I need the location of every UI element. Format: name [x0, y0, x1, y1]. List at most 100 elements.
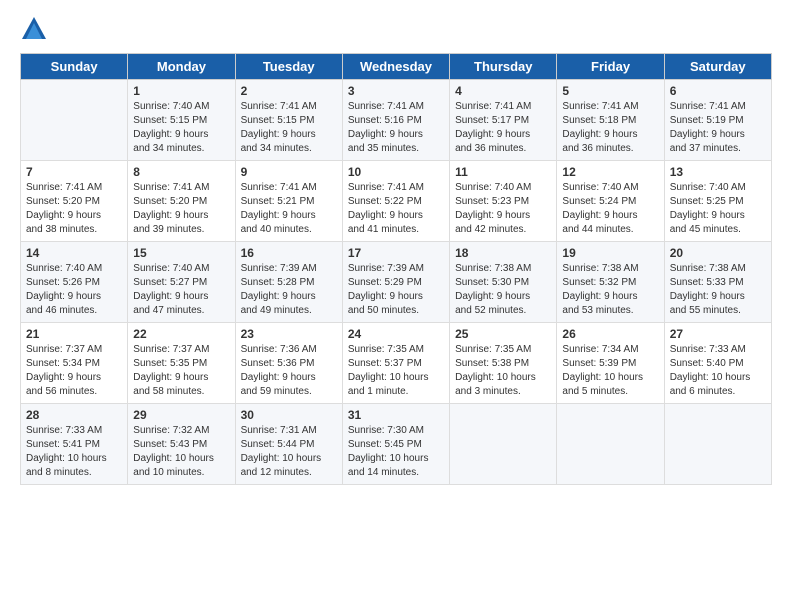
calendar-week-2: 7 Sunrise: 7:41 AM Sunset: 5:20 PM Daylig…: [21, 161, 772, 242]
calendar-cell: 8 Sunrise: 7:41 AM Sunset: 5:20 PM Daylig…: [128, 161, 235, 242]
header-day-wednesday: Wednesday: [342, 54, 449, 80]
header-day-monday: Monday: [128, 54, 235, 80]
day-number: 3: [348, 84, 444, 98]
calendar-cell: [450, 404, 557, 485]
day-number: 27: [670, 327, 766, 341]
day-info: Sunrise: 7:41 AM Sunset: 5:16 PM Dayligh…: [348, 100, 444, 156]
calendar-header: SundayMondayTuesdayWednesdayThursdayFrid…: [21, 54, 772, 80]
calendar-cell: 25 Sunrise: 7:35 AM Sunset: 5:38 PM Dayli…: [450, 323, 557, 404]
day-info: Sunrise: 7:39 AM Sunset: 5:29 PM Dayligh…: [348, 262, 444, 318]
header-day-tuesday: Tuesday: [235, 54, 342, 80]
day-number: 2: [241, 84, 337, 98]
day-info: Sunrise: 7:37 AM Sunset: 5:35 PM Dayligh…: [133, 343, 229, 399]
day-info: Sunrise: 7:41 AM Sunset: 5:21 PM Dayligh…: [241, 181, 337, 237]
calendar-cell: [557, 404, 664, 485]
header-row: SundayMondayTuesdayWednesdayThursdayFrid…: [21, 54, 772, 80]
day-info: Sunrise: 7:33 AM Sunset: 5:41 PM Dayligh…: [26, 424, 122, 480]
day-info: Sunrise: 7:40 AM Sunset: 5:27 PM Dayligh…: [133, 262, 229, 318]
calendar-cell: 4 Sunrise: 7:41 AM Sunset: 5:17 PM Daylig…: [450, 80, 557, 161]
calendar-cell: 13Sunrise: 7:40 AM Sunset: 5:25 PM Dayli…: [664, 161, 771, 242]
calendar-cell: 21 Sunrise: 7:37 AM Sunset: 5:34 PM Dayli…: [21, 323, 128, 404]
calendar-cell: 30 Sunrise: 7:31 AM Sunset: 5:44 PM Dayli…: [235, 404, 342, 485]
day-number: 6: [670, 84, 766, 98]
day-number: 8: [133, 165, 229, 179]
calendar-cell: [664, 404, 771, 485]
header-day-friday: Friday: [557, 54, 664, 80]
calendar-week-1: 1 Sunrise: 7:40 AM Sunset: 5:15 PM Daylig…: [21, 80, 772, 161]
day-info: Sunrise: 7:40 AM Sunset: 5:15 PM Dayligh…: [133, 100, 229, 156]
day-number: 20: [670, 246, 766, 260]
calendar-cell: 5 Sunrise: 7:41 AM Sunset: 5:18 PM Daylig…: [557, 80, 664, 161]
day-number: 1: [133, 84, 229, 98]
header: [20, 15, 772, 43]
day-number: 25: [455, 327, 551, 341]
day-number: 31: [348, 408, 444, 422]
calendar-cell: 15Sunrise: 7:40 AM Sunset: 5:27 PM Dayli…: [128, 242, 235, 323]
day-number: 4: [455, 84, 551, 98]
day-info: Sunrise: 7:40 AM Sunset: 5:23 PM Dayligh…: [455, 181, 551, 237]
day-number: 17: [348, 246, 444, 260]
calendar-cell: 28 Sunrise: 7:33 AM Sunset: 5:41 PM Dayli…: [21, 404, 128, 485]
day-info: Sunrise: 7:37 AM Sunset: 5:34 PM Dayligh…: [26, 343, 122, 399]
calendar-week-5: 28 Sunrise: 7:33 AM Sunset: 5:41 PM Dayli…: [21, 404, 772, 485]
calendar-page: SundayMondayTuesdayWednesdayThursdayFrid…: [0, 0, 792, 612]
logo-icon: [20, 15, 48, 43]
day-info: Sunrise: 7:41 AM Sunset: 5:22 PM Dayligh…: [348, 181, 444, 237]
day-info: Sunrise: 7:40 AM Sunset: 5:26 PM Dayligh…: [26, 262, 122, 318]
calendar-cell: 11 Sunrise: 7:40 AM Sunset: 5:23 PM Dayli…: [450, 161, 557, 242]
calendar-cell: 9 Sunrise: 7:41 AM Sunset: 5:21 PM Daylig…: [235, 161, 342, 242]
calendar-cell: 12Sunrise: 7:40 AM Sunset: 5:24 PM Dayli…: [557, 161, 664, 242]
day-info: Sunrise: 7:32 AM Sunset: 5:43 PM Dayligh…: [133, 424, 229, 480]
calendar-cell: 10 Sunrise: 7:41 AM Sunset: 5:22 PM Dayli…: [342, 161, 449, 242]
calendar-cell: 23Sunrise: 7:36 AM Sunset: 5:36 PM Dayli…: [235, 323, 342, 404]
day-info: Sunrise: 7:39 AM Sunset: 5:28 PM Dayligh…: [241, 262, 337, 318]
day-info: Sunrise: 7:41 AM Sunset: 5:20 PM Dayligh…: [26, 181, 122, 237]
calendar-cell: 20 Sunrise: 7:38 AM Sunset: 5:33 PM Dayli…: [664, 242, 771, 323]
day-info: Sunrise: 7:41 AM Sunset: 5:20 PM Dayligh…: [133, 181, 229, 237]
day-info: Sunrise: 7:38 AM Sunset: 5:32 PM Dayligh…: [562, 262, 658, 318]
day-number: 23: [241, 327, 337, 341]
day-number: 13: [670, 165, 766, 179]
calendar-table: SundayMondayTuesdayWednesdayThursdayFrid…: [20, 53, 772, 485]
calendar-cell: 27 Sunrise: 7:33 AM Sunset: 5:40 PM Dayli…: [664, 323, 771, 404]
day-info: Sunrise: 7:41 AM Sunset: 5:15 PM Dayligh…: [241, 100, 337, 156]
day-number: 24: [348, 327, 444, 341]
calendar-cell: 1 Sunrise: 7:40 AM Sunset: 5:15 PM Daylig…: [128, 80, 235, 161]
day-number: 30: [241, 408, 337, 422]
day-info: Sunrise: 7:35 AM Sunset: 5:38 PM Dayligh…: [455, 343, 551, 399]
day-number: 14: [26, 246, 122, 260]
calendar-week-4: 21 Sunrise: 7:37 AM Sunset: 5:34 PM Dayli…: [21, 323, 772, 404]
calendar-cell: 29 Sunrise: 7:32 AM Sunset: 5:43 PM Dayli…: [128, 404, 235, 485]
calendar-cell: 16Sunrise: 7:39 AM Sunset: 5:28 PM Dayli…: [235, 242, 342, 323]
day-info: Sunrise: 7:41 AM Sunset: 5:19 PM Dayligh…: [670, 100, 766, 156]
day-number: 12: [562, 165, 658, 179]
day-number: 18: [455, 246, 551, 260]
calendar-cell: 22Sunrise: 7:37 AM Sunset: 5:35 PM Dayli…: [128, 323, 235, 404]
day-number: 9: [241, 165, 337, 179]
calendar-cell: 3 Sunrise: 7:41 AM Sunset: 5:16 PM Daylig…: [342, 80, 449, 161]
calendar-cell: 31 Sunrise: 7:30 AM Sunset: 5:45 PM Dayli…: [342, 404, 449, 485]
day-info: Sunrise: 7:35 AM Sunset: 5:37 PM Dayligh…: [348, 343, 444, 399]
calendar-cell: 6 Sunrise: 7:41 AM Sunset: 5:19 PM Daylig…: [664, 80, 771, 161]
day-number: 19: [562, 246, 658, 260]
calendar-cell: 18Sunrise: 7:38 AM Sunset: 5:30 PM Dayli…: [450, 242, 557, 323]
day-number: 7: [26, 165, 122, 179]
day-number: 5: [562, 84, 658, 98]
day-info: Sunrise: 7:31 AM Sunset: 5:44 PM Dayligh…: [241, 424, 337, 480]
calendar-cell: 24 Sunrise: 7:35 AM Sunset: 5:37 PM Dayli…: [342, 323, 449, 404]
day-number: 10: [348, 165, 444, 179]
day-info: Sunrise: 7:41 AM Sunset: 5:17 PM Dayligh…: [455, 100, 551, 156]
day-number: 26: [562, 327, 658, 341]
day-info: Sunrise: 7:38 AM Sunset: 5:33 PM Dayligh…: [670, 262, 766, 318]
calendar-cell: 17 Sunrise: 7:39 AM Sunset: 5:29 PM Dayli…: [342, 242, 449, 323]
day-info: Sunrise: 7:33 AM Sunset: 5:40 PM Dayligh…: [670, 343, 766, 399]
day-info: Sunrise: 7:30 AM Sunset: 5:45 PM Dayligh…: [348, 424, 444, 480]
day-info: Sunrise: 7:41 AM Sunset: 5:18 PM Dayligh…: [562, 100, 658, 156]
day-number: 29: [133, 408, 229, 422]
calendar-cell: [21, 80, 128, 161]
logo: [20, 15, 52, 43]
calendar-cell: 2 Sunrise: 7:41 AM Sunset: 5:15 PM Daylig…: [235, 80, 342, 161]
day-number: 28: [26, 408, 122, 422]
day-number: 21: [26, 327, 122, 341]
day-number: 11: [455, 165, 551, 179]
